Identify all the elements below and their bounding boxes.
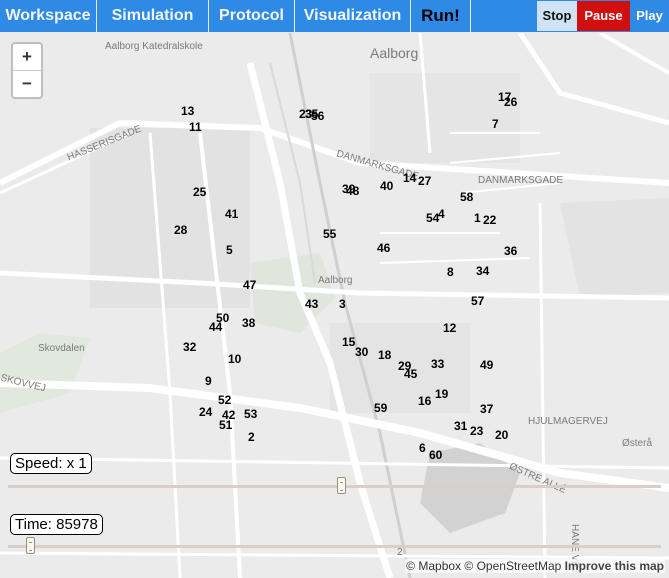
node-label[interactable]: 8	[447, 266, 454, 278]
node-label[interactable]: 31	[454, 420, 467, 432]
map-background	[0, 33, 669, 578]
map-label: Aalborg Katedralskole	[105, 41, 203, 52]
zoom-control: + −	[11, 42, 43, 99]
mapbox-attribution-link[interactable]: © Mapbox	[406, 559, 461, 573]
node-label[interactable]: 37	[480, 403, 493, 415]
node-label[interactable]: 18	[378, 349, 391, 361]
improve-map-link[interactable]: Improve this map	[565, 559, 664, 573]
node-label[interactable]: 7	[492, 118, 499, 130]
node-label[interactable]: 52	[218, 394, 231, 406]
zoom-out-button[interactable]: −	[13, 70, 41, 97]
node-label[interactable]: 51	[219, 419, 232, 431]
node-label[interactable]: 44	[209, 321, 222, 333]
node-label[interactable]: 53	[244, 408, 257, 420]
stop-button[interactable]: Stop	[537, 1, 577, 31]
speed-label: Speed: x 1	[10, 453, 92, 474]
node-label[interactable]: 4	[438, 208, 445, 220]
node-label[interactable]: 48	[346, 185, 359, 197]
node-label[interactable]: 46	[377, 242, 390, 254]
node-label[interactable]: 2	[248, 431, 255, 443]
zoom-in-button[interactable]: +	[13, 44, 41, 70]
top-menu-bar: Workspace Simulation Protocol Visualizat…	[0, 0, 669, 32]
map-view[interactable]: Aalborg Katedralskole Aalborg HASSERISGA…	[0, 33, 669, 578]
node-label[interactable]: 60	[429, 449, 442, 461]
node-label[interactable]: 58	[460, 191, 473, 203]
node-label[interactable]: 36	[504, 245, 517, 257]
map-label: Østerå	[622, 438, 653, 449]
node-label[interactable]: 32	[183, 341, 196, 353]
node-label[interactable]: 55	[323, 228, 336, 240]
map-label: Aalborg	[370, 45, 419, 61]
tab-protocol[interactable]: Protocol	[209, 0, 295, 32]
node-label[interactable]: 24	[199, 406, 212, 418]
map-attribution: © Mapbox © OpenStreetMap Improve this ma…	[405, 559, 665, 573]
node-label[interactable]: 26	[504, 96, 517, 108]
tab-visualization[interactable]: Visualization	[295, 0, 411, 32]
tab-simulation[interactable]: Simulation	[97, 0, 209, 32]
node-label[interactable]: 12	[443, 322, 456, 334]
node-label[interactable]: 19	[435, 388, 448, 400]
tab-run[interactable]: Run!	[411, 0, 471, 32]
node-label[interactable]: 5	[226, 244, 233, 256]
node-label[interactable]: 56	[311, 110, 324, 122]
node-label[interactable]: 33	[431, 358, 444, 370]
osm-attribution-link[interactable]: © OpenStreetMap	[464, 559, 561, 573]
node-label[interactable]: 34	[476, 265, 489, 277]
time-slider-handle[interactable]	[26, 537, 35, 554]
node-label[interactable]: 30	[355, 346, 368, 358]
map-label: DANMARKSGADE	[478, 175, 564, 186]
node-label[interactable]: 22	[483, 214, 496, 226]
speed-slider-handle[interactable]	[337, 477, 346, 494]
node-label[interactable]: 15	[342, 336, 355, 348]
map-label: HJULMAGERVEJ	[528, 416, 608, 427]
node-label[interactable]: 9	[205, 375, 212, 387]
node-label[interactable]: 13	[181, 105, 194, 117]
speed-slider-track[interactable]	[8, 485, 661, 488]
map-label: Aalborg	[318, 275, 353, 286]
node-label[interactable]: 28	[174, 224, 187, 236]
node-label[interactable]: 14	[403, 172, 416, 184]
node-label[interactable]: 27	[418, 175, 431, 187]
node-label[interactable]: 11	[189, 121, 202, 133]
node-label[interactable]: 10	[228, 353, 241, 365]
node-label[interactable]: 1	[474, 212, 481, 224]
map-label: 2	[397, 547, 403, 558]
node-label[interactable]: 43	[305, 298, 318, 310]
map-label: Skovdalen	[38, 343, 85, 354]
node-label[interactable]: 41	[225, 208, 238, 220]
play-button[interactable]: Play	[630, 1, 669, 31]
node-label[interactable]: 49	[480, 359, 493, 371]
node-label[interactable]: 25	[193, 186, 206, 198]
node-label[interactable]: 23	[470, 425, 483, 437]
node-label[interactable]: 3	[339, 298, 346, 310]
node-label[interactable]: 38	[242, 317, 255, 329]
time-label: Time: 85978	[10, 514, 103, 535]
tab-workspace[interactable]: Workspace	[0, 0, 97, 32]
node-label[interactable]: 57	[471, 295, 484, 307]
node-label[interactable]: 6	[419, 442, 426, 454]
pause-button[interactable]: Pause	[577, 1, 630, 31]
node-label[interactable]: 47	[243, 279, 256, 291]
node-label[interactable]: 16	[418, 395, 431, 407]
node-label[interactable]: 20	[495, 429, 508, 441]
time-slider-track[interactable]	[8, 545, 661, 548]
node-label[interactable]: 45	[404, 368, 417, 380]
node-label[interactable]: 59	[374, 402, 387, 414]
node-label[interactable]: 40	[380, 180, 393, 192]
